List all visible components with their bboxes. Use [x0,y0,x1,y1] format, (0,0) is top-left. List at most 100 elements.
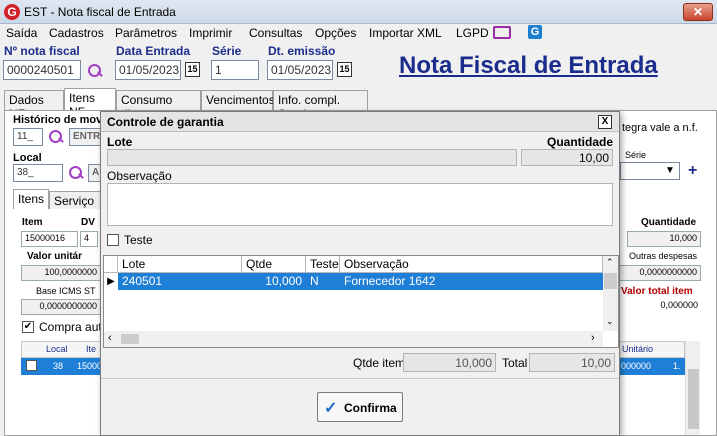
data-entrada-input[interactable]: 01/05/2023 [115,60,181,80]
row-teste: N [310,274,319,288]
page-title: Nota Fiscal de Entrada [399,52,658,79]
scroll-thumb[interactable] [604,273,617,289]
serie-input[interactable]: 1 [211,60,259,80]
scroll-left-icon[interactable]: ‹ [108,332,112,344]
tab-consumo-direto[interactable]: Consumo direto [116,90,201,121]
quantidade-input[interactable]: 10,000 [627,231,701,247]
col-observacao[interactable]: Observação [340,256,603,273]
calendar-icon[interactable]: 15 [185,62,200,77]
items-grid-row[interactable]: 38 15000 [21,358,103,375]
teste-checkbox[interactable] [107,234,119,246]
outras-despesas-input[interactable]: 0,0000000000 [617,265,701,281]
menu-parametros[interactable]: Parâmetros [115,26,177,40]
menu-lgpd[interactable]: LGPD [456,26,489,40]
historico-input[interactable]: 11_ [13,128,43,146]
qtde-item-label: Qtde item [353,356,406,370]
garantia-grid: Lote Qtde Teste Observação ▶ 240501 10,0… [103,255,619,348]
tab-itens-nf[interactable]: Itens NF [64,88,116,119]
g-app-icon[interactable]: G [528,25,542,39]
teste-label: Teste [124,233,153,247]
col-lote[interactable]: Lote [118,256,242,273]
search-icon[interactable] [48,129,64,145]
garantia-row[interactable]: 240501 10,000 N Fornecedor 1642 [118,273,603,290]
scroll-thumb[interactable] [121,334,139,344]
quantidade-label: Quantidade [641,217,697,228]
row-unitario: 000000 [621,361,652,371]
add-icon[interactable]: + [688,162,697,180]
items-grid-header: Local Ite [21,341,101,358]
menu-consultas[interactable]: Consultas [249,26,302,40]
dv-input[interactable]: 4 [80,231,98,247]
scroll-thumb[interactable] [688,369,699,429]
col-item: Ite [86,344,97,354]
base-icms-label: Base ICMS ST [36,286,96,296]
local-input[interactable]: 38_ [13,164,63,182]
col-teste[interactable]: Teste [306,256,340,273]
controle-garantia-dialog: Controle de garantia X Lote Quantidade 1… [100,111,620,436]
lote-input[interactable] [107,149,517,166]
row-lote: 240501 [122,274,163,288]
menu-bar: Saída Cadastros Parâmetros Imprimir Cons… [0,24,717,43]
serie-label: Série [212,44,242,58]
outras-despesas-label: Outras despesas [629,251,698,261]
historico-desc: ENTR [69,128,103,146]
app-icon: G [4,4,20,20]
confirma-button[interactable]: ✓ Confirma [317,392,403,422]
dialog-close-button[interactable]: X [598,115,612,129]
scroll-up-icon[interactable]: ⌃ [606,257,614,268]
valor-unitario-input[interactable]: 100,0000000 [21,265,101,281]
scroll-down-icon[interactable]: ⌄ [606,316,614,327]
calendar-icon[interactable]: 15 [337,62,352,77]
menu-imprimir[interactable]: Imprimir [189,26,232,40]
total-value: 10,00 [529,353,615,372]
row-local: 38 [53,361,64,371]
historico-label: Histórico de mov [13,114,103,126]
integra-text: tegra vale a n.f. [622,122,698,134]
data-entrada-label: Data Entrada [116,44,191,58]
qtde-item-value: 10,000 [403,353,496,372]
observacao-input[interactable] [107,183,613,226]
col-qtde[interactable]: Qtde [242,256,306,273]
window-title: EST - Nota fiscal de Entrada [24,5,176,19]
row-observacao: Fornecedor 1642 [344,274,436,288]
compra-label: Compra auto [39,320,109,334]
subtab-servicos[interactable]: Serviço [49,191,101,209]
total-label: Total [502,356,528,370]
row-last: 1. [673,361,681,371]
row-item: 15000 [77,361,103,371]
dt-emissao-label: Dt. emissão [268,44,336,58]
menu-opcoes[interactable]: Opções [315,26,356,40]
item-input[interactable]: 15000016 [21,231,78,247]
vertical-scrollbar[interactable]: ⌃ ⌄ [603,256,618,331]
tab-dados-nf[interactable]: Dados NF [4,90,64,121]
dt-emissao-input[interactable]: 01/05/2023 [267,60,333,80]
horizontal-scrollbar[interactable]: ‹ › [104,331,603,347]
nota-input[interactable]: 0000240501 [3,60,81,80]
monitor-icon[interactable] [493,26,511,39]
subtab-itens[interactable]: Itens [13,189,49,209]
compra-checkbox[interactable]: ✔ [22,321,34,333]
checkmark-icon: ✓ [324,400,338,417]
tab-vencimentos[interactable]: Vencimentos [201,90,275,110]
chevron-down-icon[interactable]: ▼ [665,165,675,176]
quantidade-value[interactable]: 10,00 [521,149,613,166]
search-icon[interactable] [68,165,84,181]
row-checkbox[interactable] [26,360,37,371]
window-close-button[interactable]: ✕ [683,3,713,21]
serie-label-right: Série [625,150,647,160]
items-grid-row-right[interactable]: 000000 1. [617,358,685,375]
scroll-right-icon[interactable]: › [591,332,595,344]
menu-importar-xml[interactable]: Importar XML [369,26,442,40]
search-icon[interactable] [87,63,103,79]
tab-info-compl-sped[interactable]: Info. compl. Sped [273,90,368,121]
menu-cadastros[interactable]: Cadastros [49,26,104,40]
menu-saida[interactable]: Saída [6,26,37,40]
confirma-label: Confirma [344,401,397,415]
row-pointer-icon: ▶ [107,276,115,287]
dialog-divider [101,378,619,379]
dialog-title: Controle de garantia [101,112,619,132]
local-label: Local [13,152,42,164]
base-icms-input[interactable]: 0,0000000000 [21,299,101,315]
grid-scrollbar[interactable] [685,341,700,435]
observacao-label: Observação [107,169,172,183]
